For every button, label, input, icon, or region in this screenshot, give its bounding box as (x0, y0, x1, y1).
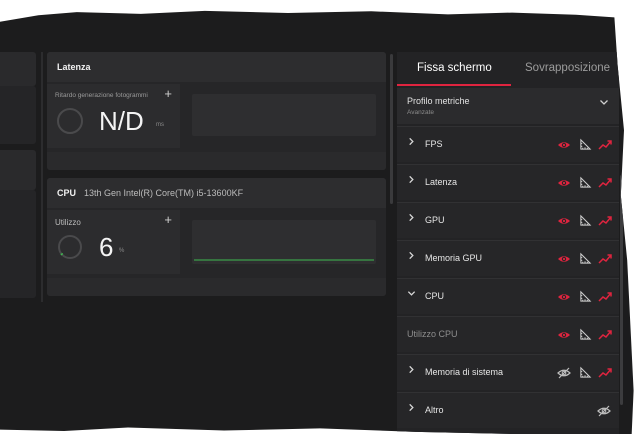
metric-row-label: Utilizzo CPU (407, 329, 458, 339)
latency-panel-header: Latenza (47, 52, 386, 82)
cpu-usage-metric[interactable]: Utilizzo + 6 % (47, 210, 180, 274)
profile-value: Avanzate (407, 109, 434, 116)
latency-panel: Latenza Ritardo generazione fotogrammi +… (47, 52, 386, 170)
tab-overlay[interactable]: Sovrapposizione (525, 62, 610, 74)
cpu-panel-title: CPU (57, 188, 77, 198)
metric-row[interactable]: Utilizzo CPU (397, 316, 619, 352)
trend-icon[interactable] (598, 138, 612, 152)
trend-icon[interactable] (598, 366, 612, 380)
metric-row[interactable]: Memoria di sistema (397, 354, 619, 390)
metrics-sidebar: Fissa schermo Sovrapposizione Profilo me… (397, 52, 619, 434)
frame-delay-metric[interactable]: Ritardo generazione fotogrammi + N/D ms (47, 84, 180, 148)
metric-row[interactable]: FPS (397, 126, 619, 162)
trend-icon[interactable] (598, 176, 612, 190)
panel-scrollbar[interactable] (390, 54, 393, 204)
metric-row[interactable]: GPU (397, 202, 619, 238)
metric-row-label: Latenza (425, 177, 458, 187)
metric-row[interactable]: Latenza (397, 164, 619, 200)
cpu-model: 13th Gen Intel(R) Core(TM) i5-13600KF (84, 188, 244, 198)
plus-icon[interactable]: + (164, 212, 172, 227)
trend-icon[interactable] (598, 252, 612, 266)
metric-row[interactable]: CPU (397, 278, 619, 314)
chevron-right-icon[interactable] (407, 137, 416, 149)
left-card-body (0, 190, 36, 298)
metric-label: Utilizzo (55, 218, 81, 227)
metric-unit: ms (156, 122, 164, 128)
cpu-usage-graph (192, 220, 376, 264)
eye-icon[interactable] (557, 290, 571, 304)
left-card-body (0, 86, 36, 144)
chevron-right-icon[interactable] (407, 213, 416, 225)
metric-row-label: FPS (425, 139, 443, 149)
chevron-right-icon[interactable] (407, 365, 416, 377)
panel-footer (47, 152, 386, 170)
plus-icon[interactable]: + (164, 86, 172, 101)
eye-icon[interactable] (557, 214, 571, 228)
tab-bar: Fissa schermo Sovrapposizione (397, 52, 619, 86)
ruler-icon[interactable] (579, 252, 593, 266)
eye-icon[interactable] (557, 252, 571, 266)
chevron-right-icon[interactable] (407, 175, 416, 187)
eye-off-icon[interactable] (597, 404, 611, 418)
trend-icon[interactable] (598, 214, 612, 228)
metric-unit: % (119, 248, 125, 254)
left-card-header (0, 52, 36, 86)
ruler-icon[interactable] (579, 176, 593, 190)
cpu-panel: CPU 13th Gen Intel(R) Core(TM) i5-13600K… (47, 178, 386, 296)
metric-value: N/D (99, 106, 144, 136)
gauge-icon (57, 108, 83, 134)
cpu-usage-line (194, 259, 374, 261)
app-window: Latenza Ritardo generazione fotogrammi +… (0, 10, 634, 434)
eye-icon[interactable] (557, 138, 571, 152)
metric-value: 6 (99, 232, 114, 262)
active-tab-indicator (397, 84, 511, 86)
ruler-icon[interactable] (579, 138, 593, 152)
ruler-icon[interactable] (579, 290, 593, 304)
chevron-down-icon[interactable] (407, 289, 416, 301)
chevron-right-icon[interactable] (407, 403, 416, 415)
eye-off-icon[interactable] (557, 366, 571, 380)
panel-divider (41, 52, 43, 302)
ruler-icon[interactable] (579, 328, 593, 342)
cpu-panel-header: CPU 13th Gen Intel(R) Core(TM) i5-13600K… (47, 178, 386, 208)
metrics-profile-dropdown[interactable]: Profilo metriche Avanzate (397, 88, 619, 124)
trend-icon[interactable] (598, 290, 612, 304)
metric-row-label: CPU (425, 291, 445, 301)
trend-icon[interactable] (598, 328, 612, 342)
metric-row-label: GPU (425, 215, 445, 225)
metric-row-label: Altro (425, 405, 444, 415)
frame-delay-graph (192, 94, 376, 136)
profile-title: Profilo metriche (407, 96, 470, 106)
metric-row-label: Memoria GPU (425, 253, 483, 263)
panel-footer (47, 278, 386, 296)
sidebar-scrollbar[interactable] (620, 175, 623, 405)
metric-label: Ritardo generazione fotogrammi (55, 92, 148, 99)
chevron-down-icon (600, 100, 608, 105)
ruler-icon[interactable] (579, 366, 593, 380)
metric-row[interactable]: Altro (397, 392, 619, 428)
gauge-icon (58, 235, 82, 259)
eye-icon[interactable] (557, 176, 571, 190)
chevron-right-icon[interactable] (407, 251, 416, 263)
metric-row-label: Memoria di sistema (425, 367, 504, 377)
ruler-icon[interactable] (579, 214, 593, 228)
eye-icon[interactable] (557, 328, 571, 342)
metric-row[interactable]: Memoria GPU (397, 240, 619, 276)
left-card-header (0, 150, 36, 190)
tab-pin-screen[interactable]: Fissa schermo (417, 62, 492, 74)
latency-panel-title: Latenza (57, 62, 91, 72)
